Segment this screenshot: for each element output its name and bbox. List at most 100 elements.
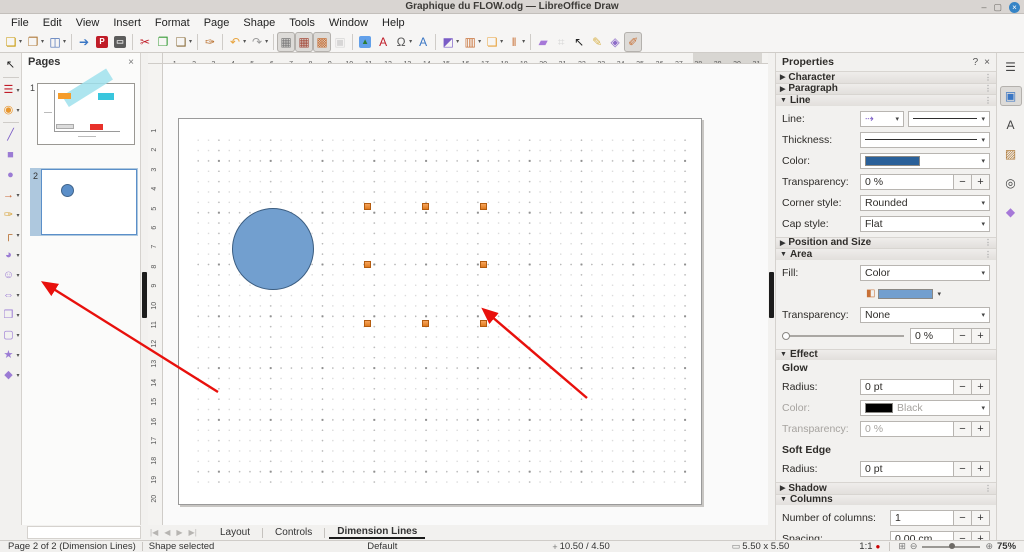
redo-icon[interactable]: ↷ ▾ [248,32,270,52]
insert-image-icon[interactable]: ▲ [356,32,374,52]
decrease-button[interactable]: − [954,461,972,477]
increase-button[interactable]: + [972,173,990,190]
menu-item-file[interactable]: File [4,16,36,30]
handle-bottom-center[interactable] [422,320,429,327]
section-menu-icon[interactable]: ⋮ [984,73,992,82]
arrange-icon[interactable]: ❏ ▾ [483,32,505,52]
section-area[interactable]: ▼ Area ⋮ [776,248,996,260]
circle-shape[interactable] [232,208,314,290]
paste-icon[interactable]: ❑ ▾ [172,32,194,52]
cap-style-select[interactable]: Flat ▾ [860,215,990,232]
line-color-icon[interactable]: ☰ ▾ [0,80,22,100]
undo-icon[interactable]: ↶ ▾ [226,32,248,52]
symbol-shapes-icon[interactable]: ☺ ▾ [0,265,22,285]
menu-item-window[interactable]: Window [322,16,375,30]
increase-button[interactable]: + [972,379,990,395]
3d-objects-icon[interactable]: ◆ ▾ [0,365,22,385]
minimize-button[interactable]: – [981,0,986,14]
block-arrows-icon[interactable]: ⇔ ▾ [0,285,22,305]
next-layer-icon[interactable]: ▶ [176,528,182,537]
layer-tab-dimension-lines[interactable]: Dimension Lines [329,526,426,539]
fill-color-dropdown-icon[interactable]: ▾ [937,290,941,298]
section-menu-icon[interactable]: ⋮ [984,238,992,247]
fill-color-swatch[interactable] [878,288,934,299]
menu-item-tools[interactable]: Tools [282,16,322,30]
increase-button[interactable]: + [972,531,990,540]
tab-navigator-icon[interactable]: ◎ [1000,173,1022,193]
transformations-icon[interactable]: ◩ ▾ [439,32,461,52]
dropdown-arrow-icon[interactable]: ▾ [16,232,19,239]
dropdown-arrow-icon[interactable]: ▾ [16,352,19,359]
show-draw-functions-icon[interactable]: ✐ [624,31,643,52]
special-character-icon[interactable]: Ω ▾ [392,32,414,52]
lines-and-arrows-icon[interactable]: → ▾ [0,185,22,205]
line-color-dropdown[interactable]: ▾ [860,152,990,169]
splitter-grab-handle[interactable] [142,272,147,318]
line-style-dropdown[interactable]: ▾ [908,110,990,127]
handle-top-right[interactable] [480,203,487,210]
open-icon[interactable]: ❐ ▾ [24,32,46,52]
section-menu-icon[interactable]: ⋮ [984,96,992,105]
sidebar-splitter[interactable] [768,53,775,525]
fill-type-select[interactable]: Color ▾ [860,264,990,281]
section-columns[interactable]: ▼ Columns [776,493,996,505]
line-transparency-input[interactable]: 0 % [860,173,954,190]
display-grid-icon[interactable]: ▦ [277,31,296,52]
callout-shapes-icon[interactable]: ▢ ▾ [0,325,22,345]
workspace[interactable] [163,64,768,525]
cut-icon[interactable]: ✂ [136,32,154,52]
connector-icon[interactable]: ┌ ▾ [0,225,22,245]
decrease-button[interactable]: − [954,510,972,526]
horizontal-ruler[interactable]: 1234567891011121314151617181920212223242… [163,53,768,64]
ellipse-icon[interactable]: ● [0,165,22,185]
handle-top-center[interactable] [422,203,429,210]
slider-thumb[interactable] [782,331,790,340]
layer-tab-layout[interactable]: Layout [212,527,258,538]
decrease-button[interactable]: − [954,327,972,344]
section-position-and-size[interactable]: ▶ Position and Size ⋮ [776,236,996,248]
handle-bottom-left[interactable] [364,320,371,327]
dropdown-arrow-icon[interactable]: ▾ [16,372,19,379]
export-pdf-icon[interactable]: P [93,32,111,52]
clone-formatting-icon[interactable]: ✑ [201,32,219,52]
dropdown-arrow-icon[interactable]: ▾ [265,38,268,45]
dropdown-arrow-icon[interactable]: ▾ [478,38,481,45]
left-panel-splitter[interactable] [141,53,148,525]
menu-item-edit[interactable]: Edit [36,16,69,30]
drawing-page[interactable] [178,118,702,505]
style-name[interactable]: Default [367,541,397,552]
dropdown-arrow-icon[interactable]: ▾ [16,292,19,299]
dropdown-arrow-icon[interactable]: ▾ [16,212,19,219]
zoom-slider-thumb[interactable] [948,543,955,549]
dropdown-arrow-icon[interactable]: ▾ [16,192,19,199]
section-shadow[interactable]: ▶ Shadow ⋮ [776,482,996,494]
menu-item-format[interactable]: Format [148,16,197,30]
pages-panel-close-icon[interactable]: × [128,57,134,68]
page-2-thumbnail[interactable] [41,169,137,235]
dropdown-arrow-icon[interactable]: ▾ [456,38,459,45]
thickness-dropdown[interactable]: ▾ [860,131,990,148]
snap-to-grid-icon[interactable]: ▦ [295,31,314,52]
curve-icon[interactable]: ✑ ▾ [0,205,22,225]
menu-item-help[interactable]: Help [375,16,412,30]
copy-icon[interactable]: ❐ [154,32,172,52]
dropdown-arrow-icon[interactable]: ▾ [16,252,19,259]
points-icon[interactable]: ↖ [570,32,588,52]
dropdown-arrow-icon[interactable]: ▾ [16,312,19,319]
soft-edge-radius-input[interactable]: 0 pt [860,461,954,477]
vertical-ruler[interactable]: 1 2 3 4 5 6 7 8 9 10 11 12 13 14 15 16 17 18 19 20 [148,64,163,525]
distribution-icon[interactable]: ‖ ▾ [505,32,527,52]
transparency-slider[interactable] [782,331,904,341]
section-line[interactable]: ▼ Line ⋮ [776,94,996,106]
first-layer-icon[interactable]: |◀ [150,528,158,537]
splitter-grab-handle[interactable] [769,272,774,318]
insert-line-icon[interactable]: ╱ [0,125,22,145]
print-icon[interactable]: ▭ [111,32,129,52]
maximize-button[interactable]: ▢ [993,0,1002,14]
gluepoints-icon[interactable]: ✎ [588,32,606,52]
flowchart-icon[interactable]: ❒ ▾ [0,305,22,325]
layer-tab-controls[interactable]: Controls [267,527,320,538]
dropdown-arrow-icon[interactable]: ▾ [16,272,19,279]
zoom-in-icon[interactable]: ⊕ [985,541,993,552]
tab-shapes-icon[interactable]: ◆ [1000,202,1022,222]
